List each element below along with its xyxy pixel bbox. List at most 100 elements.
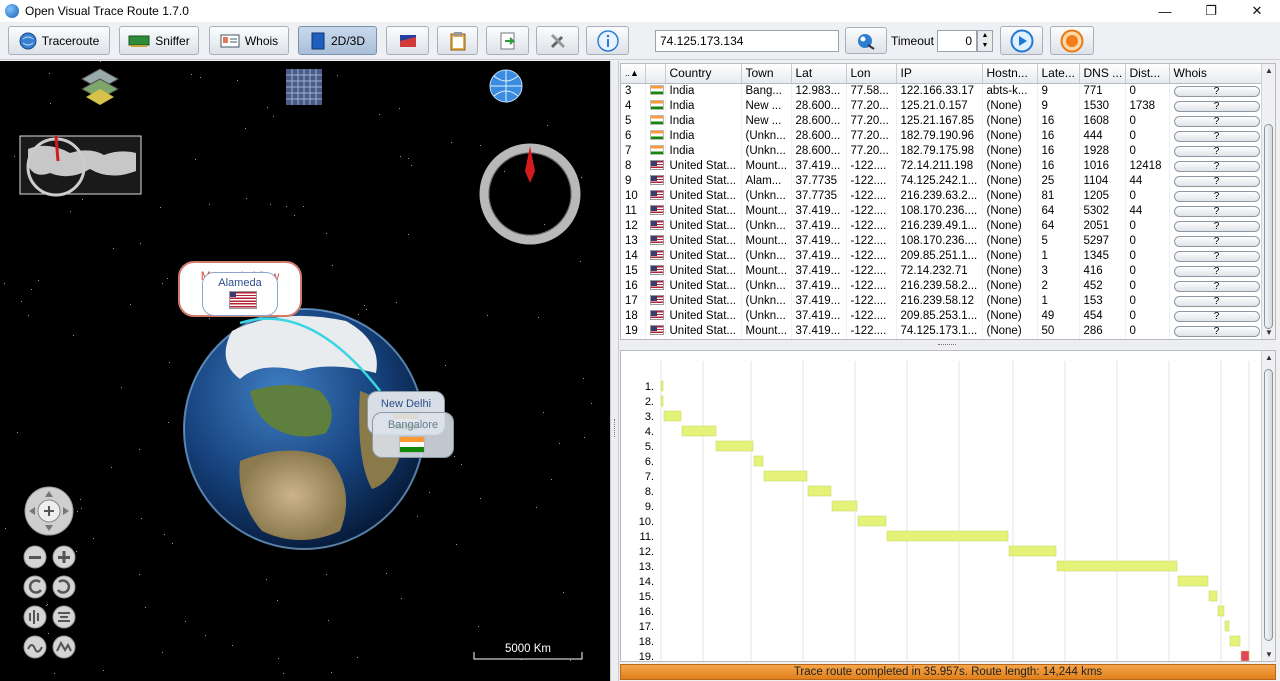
rotate-right-icon[interactable]	[52, 575, 76, 599]
tilt-reset-icon[interactable]	[52, 605, 76, 629]
table-row[interactable]: 16 United Stat... (Unkn... 37.419... -122...…	[621, 278, 1262, 294]
whois-row-button[interactable]: ?	[1173, 206, 1260, 217]
table-row[interactable]: 6 India (Unkn... 28.600... 77.20... 182.79.19…	[621, 128, 1262, 144]
table-row[interactable]: 19 United Stat... Mount... 37.419... -122...…	[621, 323, 1262, 339]
gantt-hop-label: 18.	[639, 636, 654, 648]
about-button[interactable]	[586, 26, 629, 55]
lat-cell: 37.419...	[791, 248, 847, 264]
whois-row-button[interactable]: ?	[1173, 176, 1260, 187]
table-row[interactable]: 17 United Stat... (Unkn... 37.419... -122...…	[621, 293, 1262, 309]
settings-button[interactable]	[536, 26, 579, 55]
column-header-lon[interactable]: Lon	[846, 64, 897, 84]
table-row[interactable]: 9 United Stat... Alam... 37.7735 -122.... 74.…	[621, 173, 1262, 189]
elevation-icon[interactable]	[23, 635, 47, 659]
timeout-input[interactable]	[937, 30, 977, 52]
whois-row-button[interactable]: ?	[1173, 251, 1260, 262]
timeout-spinner[interactable]: ▲ ▼	[977, 30, 993, 52]
pan-control[interactable]	[24, 486, 74, 536]
table-row[interactable]: 7 India (Unkn... 28.600... 77.20... 182.79.17…	[621, 143, 1262, 159]
whois-row-button[interactable]: ?	[1173, 311, 1260, 322]
whois-row-button[interactable]: ?	[1173, 326, 1260, 337]
table-row[interactable]: 11 United Stat... Mount... 37.419... -122...…	[621, 203, 1262, 219]
locate-button[interactable]	[845, 27, 887, 54]
vertical-splitter[interactable]	[610, 61, 619, 681]
table-row[interactable]: 8 United Stat... Mount... 37.419... -122....…	[621, 158, 1262, 174]
table-row[interactable]: 4 India New ... 28.600... 77.20... 125.21.0.1…	[621, 98, 1262, 114]
dns-cell: 2051	[1079, 218, 1126, 234]
world-overview-map[interactable]	[19, 135, 142, 197]
whois-row-button[interactable]: ?	[1173, 266, 1260, 277]
table-row[interactable]: 14 United Stat... (Unkn... 37.419... -122...…	[621, 248, 1262, 264]
column-header-country[interactable]: Country	[665, 64, 742, 84]
column-header-hostname[interactable]: Hostn...	[982, 64, 1038, 84]
zoom-in-icon[interactable]	[52, 545, 76, 569]
whois-row-button[interactable]: ?	[1173, 281, 1260, 292]
flag-cell	[645, 323, 666, 339]
hop-number: 17	[621, 293, 646, 309]
rotate-left-icon[interactable]	[23, 575, 47, 599]
zoom-out-icon[interactable]	[23, 545, 47, 569]
column-header-ip[interactable]: IP	[896, 64, 983, 84]
minimize-button[interactable]: —	[1142, 0, 1188, 22]
lon-cell: -122....	[846, 323, 897, 339]
gantt-hop-label: 7.	[645, 471, 654, 483]
alameda-balloon[interactable]: Alameda	[202, 272, 278, 316]
table-row[interactable]: 18 United Stat... (Unkn... 37.419... -122...…	[621, 308, 1262, 324]
info-icon	[596, 29, 619, 52]
globe-view-icon[interactable]	[489, 69, 523, 103]
bangalore-balloon[interactable]: Bangalore	[372, 412, 454, 458]
table-scrollbar[interactable]: ▲ ▼	[1261, 64, 1275, 339]
column-header-latency[interactable]: Late...	[1037, 64, 1080, 84]
column-header-lat[interactable]: Lat	[791, 64, 847, 84]
latency-cell: 16	[1037, 158, 1080, 174]
grid-view-icon[interactable]	[286, 69, 322, 105]
whois-row-button[interactable]: ?	[1173, 161, 1260, 172]
map-style-button[interactable]	[386, 26, 429, 55]
latency-cell: 9	[1037, 83, 1080, 99]
hops-table[interactable]: ..▲ Country Town Lat Lon IP Hostn... Lat…	[620, 63, 1276, 340]
whois-row-button[interactable]: ?	[1173, 191, 1260, 202]
globe-map-view[interactable]: Mountain View Alameda New Delhi Bangalor…	[0, 61, 610, 681]
whois-row-button[interactable]: ?	[1173, 116, 1260, 127]
table-row[interactable]: 13 United Stat... Mount... 37.419... -122...…	[621, 233, 1262, 249]
whois-row-button[interactable]: ?	[1173, 86, 1260, 97]
target-ip-input[interactable]	[655, 30, 839, 52]
view-2d-3d-button[interactable]: 2D/3D	[298, 26, 377, 55]
sniffer-button[interactable]: Sniffer	[119, 26, 199, 55]
traceroute-button[interactable]: Traceroute	[8, 26, 110, 55]
column-header-dns[interactable]: DNS ...	[1079, 64, 1126, 84]
close-button[interactable]: ✕	[1234, 0, 1280, 22]
table-row[interactable]: 3 India Bang... 12.983... 77.58... 122.166.33…	[621, 83, 1262, 99]
column-header-distance[interactable]: Dist...	[1125, 64, 1170, 84]
layers-icon[interactable]	[80, 68, 120, 105]
clipboard-button[interactable]	[437, 26, 478, 55]
globe-search-icon	[858, 33, 875, 50]
whois-row-button[interactable]: ?	[1173, 131, 1260, 142]
table-row[interactable]: 10 United Stat... (Unkn... 37.7735 -122.... 2…	[621, 188, 1262, 204]
gantt-scrollbar[interactable]: ▲ ▼	[1261, 351, 1275, 661]
whois-row-button[interactable]: ?	[1173, 236, 1260, 247]
table-row[interactable]: 15 United Stat... Mount... 37.419... -122...…	[621, 263, 1262, 279]
horizontal-splitter[interactable]	[620, 341, 1276, 349]
column-header-whois[interactable]: Whois	[1169, 64, 1262, 84]
restore-button[interactable]: ❐	[1188, 0, 1234, 22]
whois-row-button[interactable]: ?	[1173, 101, 1260, 112]
whois-row-button[interactable]: ?	[1173, 146, 1260, 157]
whois-row-button[interactable]: ?	[1173, 221, 1260, 232]
lat-cell: 28.600...	[791, 128, 847, 144]
stop-trace-button[interactable]	[1050, 26, 1094, 55]
export-button[interactable]	[486, 26, 529, 55]
table-row[interactable]: 12 United Stat... (Unkn... 37.419... -122...…	[621, 218, 1262, 234]
column-header-town[interactable]: Town	[741, 64, 792, 84]
start-trace-button[interactable]	[1000, 26, 1043, 55]
whois-row-button[interactable]: ?	[1173, 296, 1260, 307]
column-header-flag[interactable]	[645, 64, 666, 84]
ip-cell: 182.79.190.96	[896, 128, 983, 144]
terrain-icon[interactable]	[52, 635, 76, 659]
compass[interactable]	[479, 143, 581, 245]
dns-cell: 1016	[1079, 158, 1126, 174]
table-row[interactable]: 5 India New ... 28.600... 77.20... 125.21.167…	[621, 113, 1262, 129]
whois-button[interactable]: Whois	[209, 26, 289, 55]
column-header-num[interactable]: ..▲	[621, 64, 646, 84]
tilt-icon[interactable]	[23, 605, 47, 629]
